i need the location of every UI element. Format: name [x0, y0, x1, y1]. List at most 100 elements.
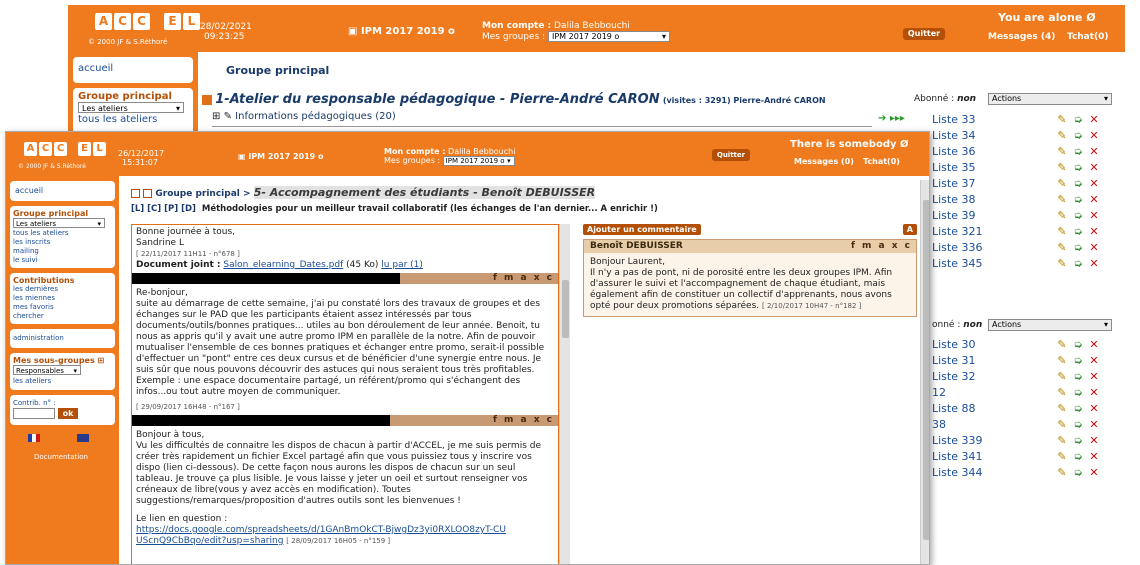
list-item[interactable]: Liste 341 ✎ ➭ ✕ [932, 448, 1100, 464]
move-icon[interactable]: ➭ [1072, 418, 1084, 431]
back-nav-arrows[interactable]: ➔ ▸▸▸ [878, 113, 905, 124]
list-item-name[interactable]: Liste 88 [932, 402, 1052, 415]
front-contribn-input[interactable] [13, 408, 55, 419]
move-icon[interactable]: ➭ [1072, 209, 1084, 222]
delete-icon[interactable]: ✕ [1088, 225, 1100, 238]
back-info-label[interactable]: Informations pédagogiques (20) [235, 111, 396, 122]
list-item-name[interactable]: Liste 36 [932, 145, 1052, 158]
delete-icon[interactable]: ✕ [1088, 338, 1100, 351]
thread-scroll-thumb[interactable] [562, 280, 569, 338]
list-item[interactable]: Liste 31 ✎ ➭ ✕ [932, 352, 1100, 368]
pencil-icon[interactable]: ✎ [1056, 386, 1068, 399]
move-icon[interactable]: ➭ [1072, 386, 1084, 399]
pencil-icon[interactable]: ✎ [1056, 466, 1068, 479]
tab-P[interactable]: [P] [164, 204, 178, 214]
rss-icon[interactable] [143, 188, 153, 198]
pencil-icon[interactable]: ✎ [1056, 450, 1068, 463]
move-icon[interactable]: ➭ [1072, 113, 1084, 126]
move-icon[interactable]: ➭ [1072, 241, 1084, 254]
message-2-actions[interactable]: f m a x c [493, 273, 554, 283]
back-messages[interactable]: Messages (4) [988, 32, 1055, 42]
list-item[interactable]: Liste 37 ✎ ➭ ✕ [932, 175, 1100, 191]
lu-par-link[interactable]: lu par (1) [381, 260, 423, 270]
list-item[interactable]: 12 ✎ ➭ ✕ [932, 384, 1100, 400]
list-item-name[interactable]: 12 [932, 386, 1052, 399]
thread-scrollbar[interactable] [559, 224, 570, 564]
front-link-1[interactable]: les inscrits [13, 238, 112, 247]
document-link[interactable]: Salon_elearning_Dates.pdf [223, 260, 343, 270]
move-icon[interactable]: ➭ [1072, 161, 1084, 174]
pencil-icon[interactable]: ✎ [1056, 418, 1068, 431]
page-scroll-thumb[interactable] [923, 200, 929, 540]
front-ok-button[interactable]: ok [58, 408, 78, 419]
list-item-name[interactable]: Liste 38 [932, 193, 1052, 206]
back-accueil-link[interactable]: accueil [78, 63, 113, 74]
list-item-name[interactable]: Liste 37 [932, 177, 1052, 190]
list-item-name[interactable]: Liste 321 [932, 225, 1052, 238]
list-item[interactable]: Liste 88 ✎ ➭ ✕ [932, 400, 1100, 416]
list-item[interactable]: Liste 39 ✎ ➭ ✕ [932, 207, 1100, 223]
back-actions-select[interactable]: Actions [988, 93, 1112, 105]
move-icon[interactable]: ➭ [1072, 129, 1084, 142]
delete-icon[interactable]: ✕ [1088, 370, 1100, 383]
pencil-icon[interactable]: ✎ [1056, 177, 1068, 190]
front-tchat[interactable]: Tchat(0) [863, 157, 900, 166]
delete-icon[interactable]: ✕ [1088, 241, 1100, 254]
move-icon[interactable]: ➭ [1072, 354, 1084, 367]
rss-icon[interactable] [202, 95, 212, 105]
delete-icon[interactable]: ✕ [1088, 466, 1100, 479]
list-item[interactable]: Liste 35 ✎ ➭ ✕ [932, 159, 1100, 175]
front-sg-link[interactable]: les ateliers [13, 376, 112, 387]
front-link-0[interactable]: tous les ateliers [13, 229, 112, 238]
front-accueil-link[interactable]: accueil [15, 186, 43, 195]
delete-icon[interactable]: ✕ [1088, 418, 1100, 431]
list-item[interactable]: Liste 36 ✎ ➭ ✕ [932, 143, 1100, 159]
pencil-icon[interactable]: ✎ [1056, 145, 1068, 158]
list-item[interactable]: Liste 345 ✎ ➭ ✕ [932, 255, 1100, 271]
tab-C[interactable]: [C] [147, 204, 161, 214]
back-tous-link[interactable]: tous les ateliers [78, 114, 188, 125]
list-item-name[interactable]: Liste 336 [932, 241, 1052, 254]
list-item-name[interactable]: Liste 34 [932, 129, 1052, 142]
front-admin-link[interactable]: administration [13, 333, 112, 344]
pencil-icon[interactable]: ✎ [1056, 113, 1068, 126]
front-documentation-link[interactable]: Documentation [34, 453, 119, 461]
list-item[interactable]: Liste 30 ✎ ➭ ✕ [932, 336, 1100, 352]
page-scrollbar[interactable] [920, 180, 929, 564]
move-icon[interactable]: ➭ [1072, 225, 1084, 238]
list-item[interactable]: Liste 32 ✎ ➭ ✕ [932, 368, 1100, 384]
list-item-name[interactable]: Liste 30 [932, 338, 1052, 351]
delete-icon[interactable]: ✕ [1088, 354, 1100, 367]
pencil-icon[interactable]: ✎ [1056, 209, 1068, 222]
add-comment-button[interactable]: Ajouter un commentaire [583, 224, 701, 235]
french-flag-icon[interactable] [28, 433, 40, 442]
message-3-actions[interactable]: f m a x c [493, 415, 554, 425]
delete-icon[interactable]: ✕ [1088, 177, 1100, 190]
list-item-name[interactable]: Liste 39 [932, 209, 1052, 222]
pencil-icon[interactable]: ✎ [1056, 434, 1068, 447]
pencil-icon[interactable]: ✎ [1056, 161, 1068, 174]
front-ateliers-select[interactable]: Les ateliers [13, 218, 105, 230]
front-link-3[interactable]: le suivi [13, 256, 112, 265]
list-item-name[interactable]: Liste 35 [932, 161, 1052, 174]
back-groups-select[interactable]: IPM 2017 2019 o [548, 31, 670, 43]
back-ateliers-select[interactable]: Les ateliers [78, 102, 184, 114]
pencil-icon[interactable]: ✎ [1056, 225, 1068, 238]
list-item-name[interactable]: Liste 339 [932, 434, 1052, 447]
delete-icon[interactable]: ✕ [1088, 386, 1100, 399]
front-breadcrumb-root[interactable]: Groupe principal > [155, 189, 250, 199]
move-icon[interactable]: ➭ [1072, 145, 1084, 158]
front-sg-select[interactable]: Responsables [13, 365, 81, 377]
list-item-name[interactable]: Liste 31 [932, 354, 1052, 367]
delete-icon[interactable]: ✕ [1088, 402, 1100, 415]
back-tchat[interactable]: Tchat(0) [1067, 32, 1109, 42]
front-link-2[interactable]: mailing [13, 247, 112, 256]
delete-icon[interactable]: ✕ [1088, 193, 1100, 206]
move-icon[interactable]: ➭ [1072, 338, 1084, 351]
list-item[interactable]: Liste 34 ✎ ➭ ✕ [932, 127, 1100, 143]
list-item[interactable]: Liste 321 ✎ ➭ ✕ [932, 223, 1100, 239]
tab-L[interactable]: [L] [131, 204, 144, 214]
move-icon[interactable]: ➭ [1072, 193, 1084, 206]
delete-icon[interactable]: ✕ [1088, 209, 1100, 222]
back-actions-select-2[interactable]: Actions [988, 319, 1112, 331]
